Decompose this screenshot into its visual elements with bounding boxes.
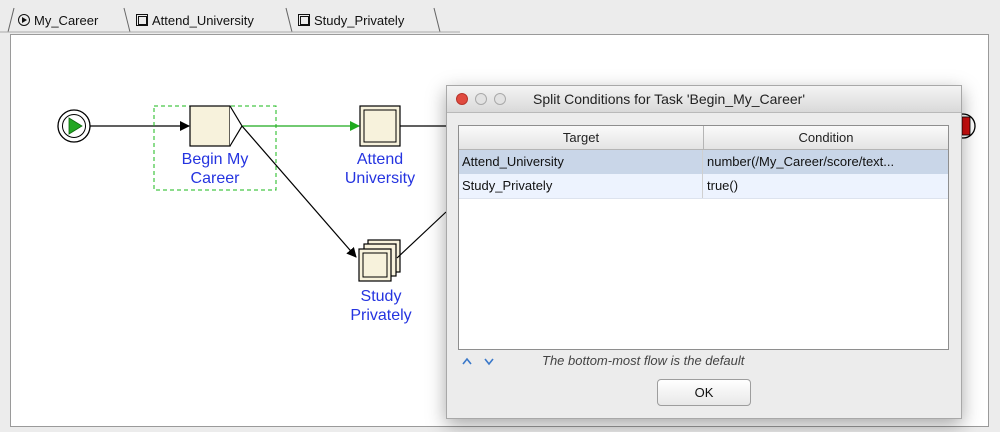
cell-target[interactable]: Study_Privately [459,174,703,198]
table-row[interactable]: Attend_University number(/My_Career/scor… [459,150,948,174]
column-header-condition[interactable]: Condition [704,126,948,150]
ok-button[interactable]: OK [657,379,751,406]
flow-study-out[interactable] [396,211,447,259]
cell-condition[interactable]: number(/My_Career/score/text... [704,150,948,174]
task-label-study-privately: Study Privately [326,287,436,325]
cell-condition[interactable]: true() [704,174,948,198]
label-line: Attend [356,151,404,168]
move-up-icon[interactable] [462,357,472,365]
task-attend-university[interactable] [359,105,401,147]
label-line: Career [190,170,240,187]
input-condition[interactable] [57,109,91,143]
label-line: Begin My [181,151,249,168]
task-label-attend-university: Attend University [325,150,435,188]
label-line: Privately [350,307,412,324]
label-line: Study [360,288,402,305]
close-icon[interactable] [456,93,468,105]
label-line: University [344,170,416,187]
table-row[interactable]: Study_Privately true() [459,174,948,199]
flow-begin-to-study[interactable] [241,125,357,258]
cell-target[interactable]: Attend_University [459,150,703,174]
split-conditions-dialog: Split Conditions for Task 'Begin_My_Care… [446,85,962,419]
task-study-privately[interactable] [358,239,401,282]
dialog-title: Split Conditions for Task 'Begin_My_Care… [533,91,805,107]
move-buttons [462,357,494,366]
task-begin-my-career[interactable] [189,105,243,147]
minimize-icon[interactable] [475,93,487,105]
move-down-icon[interactable] [484,358,494,366]
dialog-titlebar[interactable]: Split Conditions for Task 'Begin_My_Care… [447,86,961,113]
split-conditions-table: Target Condition Attend_University numbe… [458,125,949,350]
column-header-target[interactable]: Target [459,126,704,150]
task-label-begin-my-career: Begin My Career [160,150,270,188]
zoom-icon[interactable] [494,93,506,105]
default-flow-hint: The bottom-most flow is the default [542,353,745,368]
